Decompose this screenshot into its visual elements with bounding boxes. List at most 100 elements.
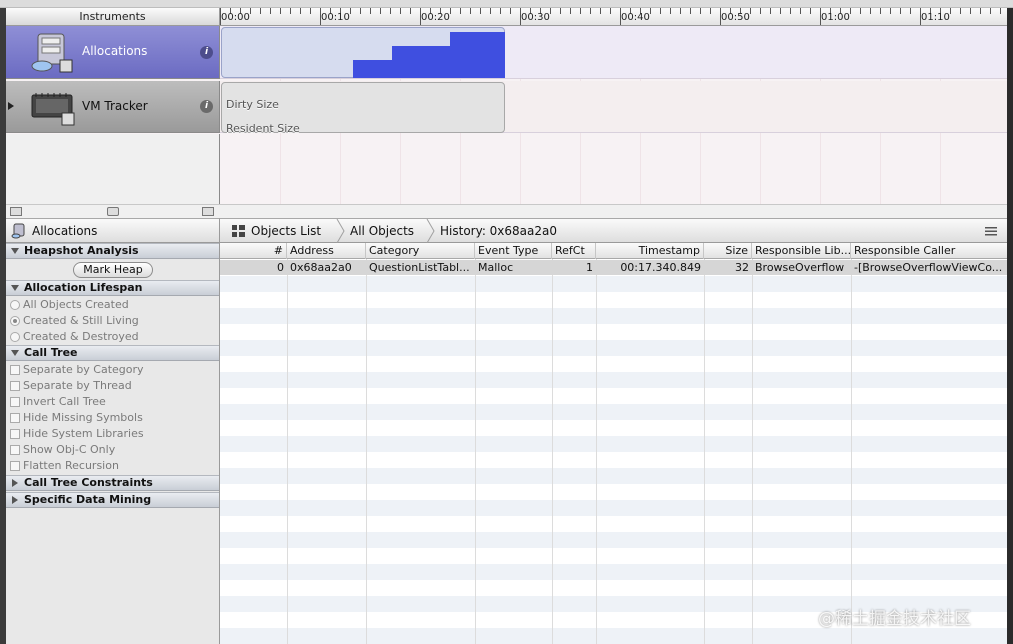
table-row[interactable]: 0 0x68aa2a0 QuestionListTabl... Malloc 1… [220,260,1007,275]
breadcrumb-objects-list[interactable]: Objects List [251,224,321,238]
option-label: Separate by Thread [23,379,132,392]
radio-all-objects-created[interactable]: All Objects Created [10,297,129,313]
checkbox-icon[interactable] [10,461,20,471]
checkbox-icon[interactable] [10,445,20,455]
table-stripe-row [220,340,1007,356]
table-stripe-row [220,356,1007,372]
table-stripe-row [220,388,1007,404]
radio-icon[interactable] [10,332,20,342]
column-header-responsible-caller[interactable]: Responsible Caller [851,243,1007,259]
collapse-triangle-icon[interactable] [11,285,19,291]
section-title: Allocation Lifespan [24,281,143,294]
allocations-run-region [221,27,505,78]
checkbox-separate-by-thread[interactable]: Separate by Thread [10,378,132,394]
allocations-track-header[interactable]: Allocations i [6,26,220,79]
radio-icon[interactable] [10,300,20,310]
section-call-tree-constraints[interactable]: Call Tree Constraints [6,475,219,491]
checkbox-icon[interactable] [10,365,20,375]
checkbox-hide-missing-symbols[interactable]: Hide Missing Symbols [10,410,143,426]
graph-style-icon[interactable] [10,207,22,216]
ruler-label-0: 00:00 [221,12,250,23]
radio-created-destroyed[interactable]: Created & Destroyed [10,329,139,345]
section-heapshot-analysis[interactable]: Heapshot Analysis [6,243,219,259]
collapse-triangle-icon[interactable] [11,248,19,254]
radio-selected-icon[interactable] [10,316,20,326]
allocations-track-name: Allocations [82,44,148,58]
column-header-category[interactable]: Category [366,243,475,259]
cell-timestamp: 00:17.340.849 [620,261,701,274]
table-stripe-row [220,324,1007,340]
section-allocation-lifespan[interactable]: Allocation Lifespan [6,280,219,296]
vm-tracker-track-name: VM Tracker [82,99,148,113]
allocations-lane[interactable] [220,26,1007,79]
table-stripe-row [220,468,1007,484]
table-stripe-row [220,276,1007,292]
info-icon[interactable]: i [200,100,213,113]
option-label: Flatten Recursion [23,459,119,472]
ruler-label-4: 00:40 [621,12,650,23]
radio-created-still-living[interactable]: Created & Still Living [10,313,139,329]
section-title: Call Tree Constraints [24,476,153,489]
checkbox-hide-system-libraries[interactable]: Hide System Libraries [10,426,144,442]
instrument-selector[interactable]: Allocations [6,218,220,243]
cell-index: 0 [277,261,284,274]
collapse-triangle-icon[interactable] [11,350,19,356]
section-call-tree[interactable]: Call Tree [6,345,219,361]
column-header-address[interactable]: Address [287,243,366,259]
checkbox-invert-call-tree[interactable]: Invert Call Tree [10,394,106,410]
allocations-instrument-icon [31,33,73,73]
objects-table: # Address Category Event Type RefCt Time… [220,243,1007,644]
column-header-timestamp[interactable]: Timestamp [596,243,704,259]
column-header-index[interactable]: # [220,243,287,259]
checkbox-icon[interactable] [10,381,20,391]
vm-tracker-lane[interactable]: Dirty Size Resident Size [220,81,1007,135]
table-stripe-row [220,516,1007,532]
option-label: Hide System Libraries [23,427,144,440]
vm-tracker-run-region: Dirty Size Resident Size [221,82,505,135]
column-header-responsible-library[interactable]: Responsible Lib... [752,243,851,259]
checkbox-icon[interactable] [10,413,20,423]
detail-sidebar: Heapshot Analysis Mark Heap Allocation L… [6,243,220,644]
table-stripe-row [220,404,1007,420]
column-header-event-type[interactable]: Event Type [475,243,552,259]
instruments-column-header: Instruments [6,8,220,26]
cell-refct: 1 [586,261,593,274]
breadcrumb-history[interactable]: History: 0x68aa2a0 [440,224,557,238]
checkbox-separate-by-category[interactable]: Separate by Category [10,362,144,378]
expand-triangle-icon[interactable] [12,496,18,504]
table-stripe-row [220,500,1007,516]
column-header-size[interactable]: Size [704,243,752,259]
cell-event-type: Malloc [478,261,514,274]
cell-responsible-caller: -[BrowseOverflowViewCo... [854,261,1003,274]
table-stripe-row [220,436,1007,452]
checkbox-show-objc-only[interactable]: Show Obj-C Only [10,442,115,458]
info-icon[interactable]: i [200,46,213,59]
zoom-slider-icon[interactable] [107,207,119,216]
ruler-label-1: 00:10 [321,12,350,23]
checkbox-flatten-recursion[interactable]: Flatten Recursion [10,458,119,474]
option-label: Separate by Category [23,363,144,376]
checkbox-icon[interactable] [10,397,20,407]
toolbar-strip [0,0,1013,8]
section-specific-data-mining[interactable]: Specific Data Mining [6,492,219,508]
ruler-label-2: 00:20 [421,12,450,23]
track-detail-icon[interactable] [202,207,214,216]
breadcrumb: Objects List All Objects History: 0x68aa… [220,218,1007,243]
timeline-ruler[interactable]: 00:00 00:10 00:20 00:30 00:40 00:50 01:0… [220,8,1007,26]
menu-lines-icon[interactable] [985,227,997,236]
dirty-size-label: Dirty Size [226,98,279,111]
allocations-small-icon [11,223,25,239]
cell-size: 32 [735,261,749,274]
mark-heap-button[interactable]: Mark Heap [73,262,153,278]
table-stripe-row [220,420,1007,436]
watermark: @稀土掘金技术社区 [818,609,971,629]
disclosure-triangle-icon[interactable] [8,102,14,110]
cell-category: QuestionListTabl... [369,261,470,274]
breadcrumb-all-objects[interactable]: All Objects [350,224,414,238]
vm-tracker-track-header[interactable]: VM Tracker i [6,81,220,133]
checkbox-icon[interactable] [10,429,20,439]
ruler-label-5: 00:50 [721,12,750,23]
expand-triangle-icon[interactable] [12,479,18,487]
column-header-refct[interactable]: RefCt [552,243,596,259]
track-canvas[interactable]: Dirty Size Resident Size [220,26,1007,218]
